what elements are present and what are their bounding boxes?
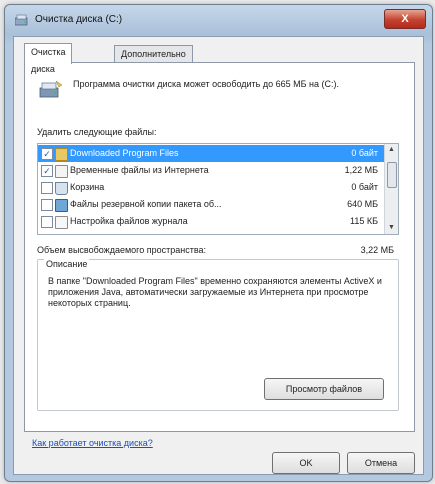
- disk-cleanup-window: Очистка диска (C:) X Очистка диска Допол…: [4, 4, 433, 482]
- file-item-size: 0 байт: [351, 182, 378, 192]
- backup-files-icon: [55, 199, 68, 212]
- checkbox[interactable]: [41, 216, 53, 228]
- header-message: Программа очистки диска может освободить…: [73, 79, 340, 89]
- file-item-size: 640 МБ: [347, 199, 378, 209]
- internet-files-icon: [55, 165, 68, 178]
- file-item[interactable]: Файлы резервной копии пакета об... 640 М…: [38, 196, 384, 213]
- file-item-size: 1,22 МБ: [344, 165, 378, 175]
- view-files-button[interactable]: Просмотр файлов: [264, 378, 384, 400]
- tab-more-options[interactable]: Дополнительно: [114, 45, 193, 63]
- scroll-up-icon[interactable]: ▲: [385, 144, 398, 156]
- file-item-name: Файлы резервной копии пакета об...: [70, 199, 222, 209]
- file-item[interactable]: ✓ Временные файлы из Интернета 1,22 МБ: [38, 162, 384, 179]
- files-list[interactable]: ✓ Downloaded Program Files 0 байт ✓ Врем…: [37, 143, 399, 235]
- disk-cleanup-icon: [39, 80, 63, 98]
- file-item-name: Downloaded Program Files: [70, 148, 179, 158]
- description-group: Описание В папке "Downloaded Program Fil…: [37, 259, 399, 411]
- file-item[interactable]: ✓ Downloaded Program Files 0 байт: [38, 145, 384, 162]
- log-files-icon: [55, 216, 68, 229]
- close-button[interactable]: X: [384, 9, 426, 29]
- checkbox[interactable]: ✓: [41, 148, 53, 160]
- checkbox[interactable]: ✓: [41, 165, 53, 177]
- files-to-delete-label: Удалить следующие файлы:: [37, 127, 157, 137]
- recycle-bin-icon: [55, 182, 68, 195]
- description-text: В папке "Downloaded Program Files" време…: [48, 276, 382, 308]
- title-bar[interactable]: Очистка диска (C:) X: [5, 5, 432, 35]
- file-item-name: Настройка файлов журнала: [70, 216, 188, 226]
- scroll-down-icon[interactable]: ▼: [385, 222, 398, 234]
- checkbox[interactable]: [41, 199, 53, 211]
- file-item-size: 0 байт: [351, 148, 378, 158]
- file-item-name: Корзина: [70, 182, 105, 192]
- file-item[interactable]: Настройка файлов журнала 115 КБ: [38, 213, 384, 230]
- window-title: Очистка диска (C:): [35, 14, 123, 25]
- checkbox[interactable]: [41, 182, 53, 194]
- cancel-button[interactable]: Отмена: [347, 452, 415, 474]
- file-item[interactable]: Корзина 0 байт: [38, 179, 384, 196]
- list-scrollbar[interactable]: ▲ ▼: [384, 144, 398, 234]
- file-item-size: 115 КБ: [350, 216, 378, 226]
- description-legend: Описание: [44, 259, 90, 269]
- disk-cleanup-icon: [15, 14, 28, 26]
- tab-disk-cleanup[interactable]: Очистка диска: [24, 43, 73, 74]
- dialog-client: Очистка диска Дополнительно Программа оч…: [13, 36, 424, 475]
- scroll-thumb[interactable]: [387, 162, 397, 188]
- folder-icon: [55, 148, 68, 161]
- help-link[interactable]: Как работает очистка диска?: [32, 438, 153, 448]
- ok-button[interactable]: OK: [272, 452, 340, 474]
- freed-space-value: 3,22 МБ: [360, 245, 394, 255]
- tab-panel: Программа очистки диска может освободить…: [24, 62, 415, 432]
- file-item-name: Временные файлы из Интернета: [70, 165, 209, 175]
- freed-space-label: Объем высвобождаемого пространства:: [37, 245, 207, 255]
